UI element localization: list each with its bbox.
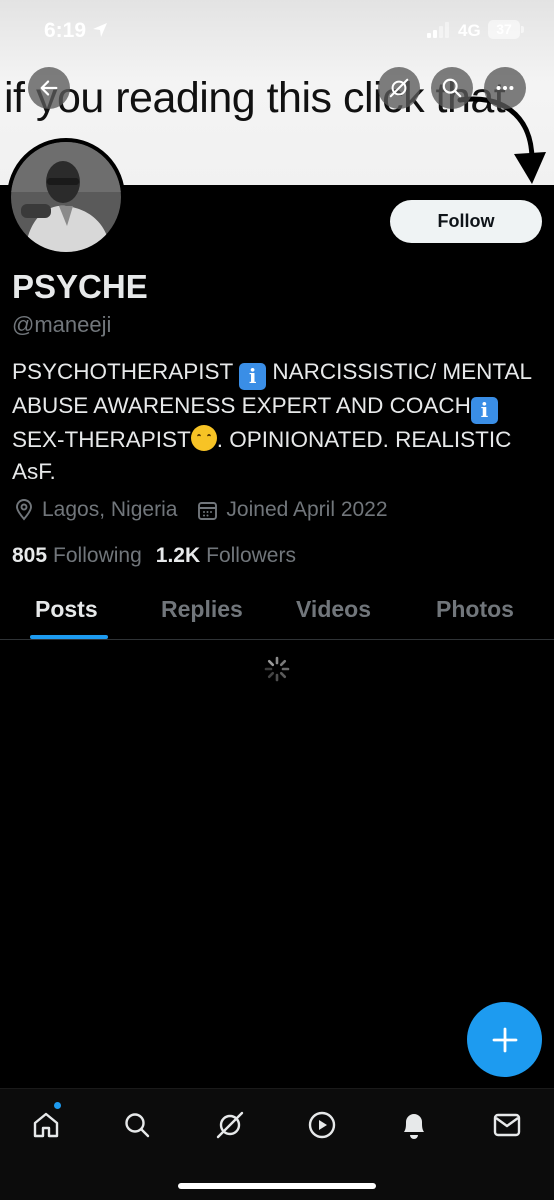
nav-home[interactable] [26, 1105, 66, 1145]
follow-button[interactable]: Follow [390, 200, 542, 243]
back-button[interactable] [28, 67, 70, 109]
active-tab-indicator [30, 635, 108, 639]
signal-strength-icon [427, 22, 449, 38]
nav-grok[interactable] [210, 1105, 250, 1145]
network-type: 4G [458, 21, 481, 40]
banner-text: if you reading this click that [4, 74, 506, 122]
bio-text-3: SEX-THERAPIST [12, 427, 191, 452]
more-icon [496, 85, 514, 91]
battery-cap [521, 26, 524, 33]
profile-meta: Lagos, Nigeria Joined April 2022 [14, 498, 388, 522]
home-notification-dot [54, 1102, 61, 1109]
grok-icon [389, 78, 409, 98]
profile-handle: @maneeji [12, 312, 112, 337]
messages-icon [493, 1113, 521, 1137]
grok-icon [216, 1111, 244, 1139]
profile-avatar[interactable] [7, 138, 125, 256]
tab-posts[interactable]: Posts [35, 596, 98, 623]
home-icon [33, 1112, 59, 1138]
location-arrow-icon [93, 23, 107, 37]
more-options-button[interactable] [484, 67, 526, 109]
location-pin-icon [14, 499, 34, 521]
nav-video[interactable] [302, 1105, 342, 1145]
bio-text-1: PSYCHOTHERAPIST [12, 359, 240, 384]
compose-post-button[interactable] [467, 1002, 542, 1077]
search-icon [442, 78, 462, 98]
loading-spinner-icon [264, 656, 290, 682]
status-time: 6:19 [44, 19, 87, 42]
profile-tabs: Posts Replies Videos Photos [0, 582, 554, 640]
tab-replies[interactable]: Replies [161, 596, 243, 623]
tab-photos[interactable]: Photos [436, 596, 514, 623]
tab-videos[interactable]: Videos [296, 596, 371, 623]
hugging-face-emoji-icon [190, 425, 217, 451]
info-emoji-icon: i [470, 397, 498, 424]
home-indicator [178, 1183, 376, 1189]
info-emoji-icon: i [239, 363, 267, 390]
followers-label: Followers [206, 544, 296, 567]
nav-notifications[interactable] [394, 1105, 434, 1145]
profile-bio: PSYCHOTHERAPIST i NARCISSISTIC/ MENTAL A… [12, 356, 542, 488]
following-link[interactable]: 805 Following [12, 544, 142, 568]
search-button[interactable] [431, 67, 473, 109]
nav-messages[interactable] [487, 1105, 527, 1145]
plus-icon [492, 1027, 517, 1052]
following-count: 805 [12, 544, 48, 567]
followers-link[interactable]: 1.2K Followers [156, 544, 296, 568]
avatar-photo [11, 142, 121, 252]
notifications-icon [404, 1114, 424, 1139]
profile-display-name: PSYCHE [12, 268, 148, 305]
followers-count: 1.2K [155, 544, 201, 567]
battery-icon: 37 [488, 20, 520, 39]
grok-button[interactable] [378, 67, 420, 109]
status-bar: 6:19 4G 37 [0, 0, 554, 62]
profile-location: Lagos, Nigeria [42, 498, 178, 521]
calendar-icon [197, 500, 218, 521]
nav-search[interactable] [117, 1105, 157, 1145]
profile-joined-date: Joined April 2022 [226, 498, 388, 521]
video-icon [308, 1111, 336, 1139]
arrow-left-icon [40, 80, 58, 96]
profile-stats: 805 Following 1.2K Followers [12, 544, 310, 568]
search-icon [125, 1113, 150, 1138]
following-label: Following [53, 544, 142, 567]
